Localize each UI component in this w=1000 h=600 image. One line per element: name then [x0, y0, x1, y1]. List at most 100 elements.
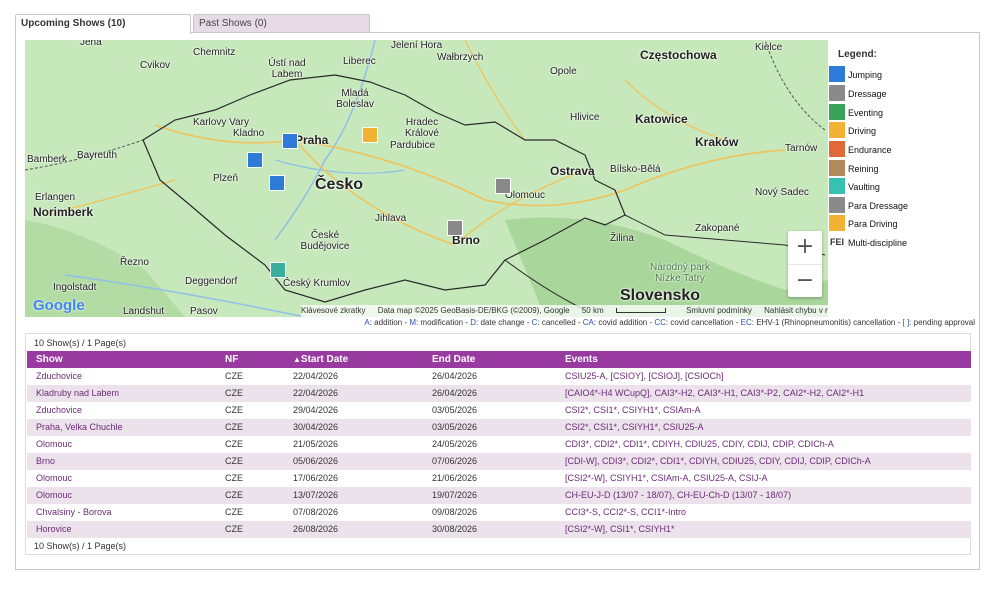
region-label: Národný park Nízke Tatry: [649, 262, 711, 284]
city-label: Ostrava: [550, 164, 595, 178]
show-marker[interactable]: [447, 220, 463, 236]
tab-upcoming-shows[interactable]: Upcoming Shows (10): [15, 14, 191, 34]
table-row[interactable]: Kladruby nad Labem CZE 22/04/2026 26/04/202…: [27, 385, 971, 402]
legend-label: Eventing: [848, 108, 884, 118]
show-name-link[interactable]: Zduchovice: [36, 402, 82, 419]
city-label: Ústí nad Labem: [268, 58, 306, 80]
city-label: Landshut: [123, 306, 165, 317]
city-label: Jihlava: [375, 213, 407, 224]
show-marker[interactable]: [495, 178, 511, 194]
terms-link[interactable]: Smluvní podmínky: [686, 306, 752, 315]
show-name-link[interactable]: Olomouc: [36, 436, 72, 453]
show-name-link[interactable]: Zduchovice: [36, 368, 82, 385]
start-date-cell: 05/06/2026: [293, 456, 339, 466]
legend-item: Reining: [828, 160, 978, 178]
change-code: M: [409, 318, 416, 327]
map-view[interactable]: Jena Chemnitz Jelení Hora Wałbrzych Częs…: [25, 40, 828, 317]
city-label: Chemnitz: [193, 47, 236, 58]
table-row[interactable]: Olomouc CZE 17/06/2026 21/06/2026 [CSI2*-W],…: [27, 470, 971, 487]
table-row[interactable]: Brno CZE 05/06/2026 07/06/2026 [CDI-W], CDI3…: [27, 453, 971, 470]
events-cell[interactable]: CSIU25-A, [CSIOY], [CSIOJ], [CSIOCh]: [565, 368, 724, 385]
city-label: Liberec: [343, 56, 376, 67]
legend-item: Dressage: [828, 85, 978, 103]
table-row[interactable]: Zduchovice CZE 29/04/2026 03/05/2026 CSI2*, …: [27, 402, 971, 419]
city-label: Deggendorf: [185, 276, 238, 287]
show-marker[interactable]: [282, 133, 298, 149]
map-scale: 50 km: [582, 306, 674, 315]
nf-cell: CZE: [225, 473, 243, 483]
legend-item: Vaulting: [828, 178, 978, 196]
city-label: Bílsko-Bělá: [610, 164, 661, 175]
show-marker[interactable]: [362, 127, 378, 143]
show-name-link[interactable]: Praha, Velka Chuchle: [36, 419, 123, 436]
map-zoom-controls: + −: [788, 231, 822, 297]
discipline-icon: [829, 141, 845, 157]
table-row[interactable]: Zduchovice CZE 22/04/2026 26/04/2026 CSIU25-…: [27, 368, 971, 385]
events-cell[interactable]: [CAIO4*-H4 WCupQ], CAI3*-H2, CAI3*-H1, C…: [565, 385, 864, 402]
city-label: Wałbrzych: [437, 52, 484, 63]
start-date-cell: 22/04/2026: [293, 371, 339, 381]
show-name-link[interactable]: Olomouc: [36, 487, 72, 504]
table-row[interactable]: Praha, Velka Chuchle CZE 30/04/2026 03/05/2…: [27, 419, 971, 436]
legend-label: Vaulting: [848, 182, 880, 192]
change-code-description: : addition: [369, 318, 403, 327]
events-cell[interactable]: CSI2*, CSI1*, CSIYH1*, CSIU25-A: [565, 419, 704, 436]
events-cell[interactable]: CCI3*-S, CCI2*-S, CCI1*-Intro: [565, 504, 686, 521]
zoom-out-button[interactable]: −: [788, 264, 822, 297]
nf-cell: CZE: [225, 388, 243, 398]
change-code: CC: [654, 318, 666, 327]
discipline-icon: [829, 160, 845, 176]
legend-label: Para Driving: [848, 219, 898, 229]
show-name-link[interactable]: Kladruby nad Labem: [36, 385, 119, 402]
keyboard-shortcuts-link[interactable]: Klávesové zkratky: [301, 306, 365, 315]
show-marker[interactable]: [247, 152, 263, 168]
events-cell[interactable]: [CSI2*-W], CSIYH1*, CSIAm-A, CSIU25-A, C…: [565, 470, 768, 487]
discipline-icon: [829, 215, 845, 231]
city-label: Kraków: [695, 135, 739, 149]
events-cell[interactable]: CH-EU-J-D (13/07 - 18/07), CH-EU-Ch-D (1…: [565, 487, 791, 504]
end-date-cell: 26/04/2026: [432, 371, 478, 381]
map-attribution: Klávesové zkratky Data map ©2025 GeoBasi…: [301, 305, 828, 317]
events-cell[interactable]: [CDI-W], CDI3*, CDI2*, CDI1*, CDIYH, CDI…: [565, 453, 871, 470]
page-info-top: 10 Show(s) / 1 Page(s): [34, 338, 127, 348]
zoom-in-button[interactable]: +: [788, 231, 822, 264]
start-date-cell: 17/06/2026: [293, 473, 339, 483]
show-name-link[interactable]: Chvalsiny - Borova: [36, 504, 112, 521]
discipline-icon: [829, 197, 845, 213]
city-label: Mladá Boleslav: [336, 88, 374, 110]
shows-table: Show NF ▲Start Date End Date Events Zduc…: [27, 351, 971, 538]
column-header-nf[interactable]: NF: [225, 351, 238, 368]
tab-past-shows[interactable]: Past Shows (0): [193, 14, 370, 33]
column-header-end-date[interactable]: End Date: [432, 351, 475, 368]
report-error-link[interactable]: Nahlásit chybu v mapě: [764, 306, 828, 315]
nf-cell: CZE: [225, 439, 243, 449]
discipline-icon: [829, 122, 845, 138]
column-header-show[interactable]: Show: [36, 351, 63, 368]
table-row[interactable]: Olomouc CZE 21/05/2026 24/05/2026 CDI3*, CDI…: [27, 436, 971, 453]
legend-item: Endurance: [828, 141, 978, 159]
show-name-link[interactable]: Brno: [36, 453, 55, 470]
city-label: Tarnów: [785, 143, 818, 154]
city-label: Praha: [295, 133, 329, 147]
events-cell[interactable]: CDI3*, CDI2*, CDI1*, CDIYH, CDIU25, CDIY…: [565, 436, 834, 453]
column-header-events[interactable]: Events: [565, 351, 598, 368]
show-name-link[interactable]: Olomouc: [36, 470, 72, 487]
city-label: Jena: [80, 40, 102, 48]
city-label: Žilina: [610, 233, 634, 244]
city-label: Norimberk: [33, 205, 94, 219]
table-row[interactable]: Chvalsiny - Borova CZE 07/08/2026 09/08/202…: [27, 504, 971, 521]
table-row[interactable]: Horovice CZE 26/08/2026 30/08/2026 [CSI2*-W]…: [27, 521, 971, 538]
events-cell[interactable]: CSI2*, CSI1*, CSIYH1*, CSIAm-A: [565, 402, 701, 419]
discipline-icon: [829, 66, 845, 82]
discipline-icon: FEI: [829, 234, 845, 250]
show-marker[interactable]: [270, 262, 286, 278]
nf-cell: CZE: [225, 524, 243, 534]
start-date-cell: 26/08/2026: [293, 524, 339, 534]
show-marker[interactable]: [269, 175, 285, 191]
show-name-link[interactable]: Horovice: [36, 521, 72, 538]
page-info-bottom: 10 Show(s) / 1 Page(s): [34, 541, 127, 551]
column-header-start-date[interactable]: ▲Start Date: [293, 351, 348, 368]
table-row[interactable]: Olomouc CZE 13/07/2026 19/07/2026 CH-EU-J-D …: [27, 487, 971, 504]
city-label: Nový Sadec: [755, 187, 809, 198]
events-cell[interactable]: [CSI2*-W], CSI1*, CSIYH1*: [565, 521, 675, 538]
